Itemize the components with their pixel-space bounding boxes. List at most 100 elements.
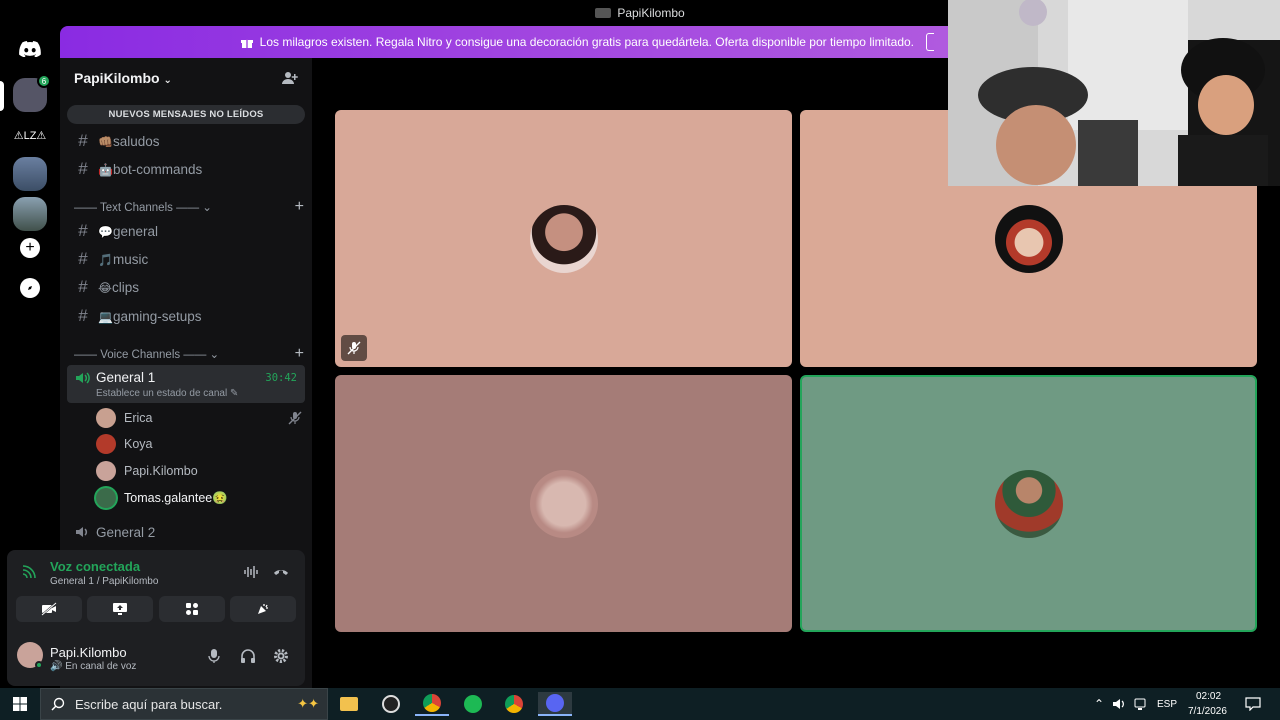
channel-emoji: 💻	[98, 309, 113, 324]
windows-taskbar: Escribe aquí para buscar. ✦✦ ⌃ ESP 02:02…	[0, 688, 1280, 720]
participant-avatar	[994, 469, 1063, 538]
plus-icon: +	[25, 239, 35, 256]
invite-icon[interactable]	[282, 70, 298, 86]
banner-text: Los milagros existen. Regala Nitro y con…	[259, 35, 914, 49]
soundboard-button[interactable]	[230, 596, 296, 622]
channel-clips[interactable]: # 😂clips	[68, 274, 304, 300]
voice-channel-general-2[interactable]: General 2	[68, 519, 304, 545]
obs-icon[interactable]	[374, 692, 408, 716]
channel-emoji: 🎵	[98, 252, 113, 267]
participant-avatar	[994, 204, 1063, 273]
network-icon[interactable]	[1134, 697, 1146, 711]
channel-label: saludos	[112, 133, 160, 149]
webcam-feed	[948, 0, 1280, 186]
voice-member-erica[interactable]: Erica	[96, 406, 302, 430]
server-papikilombo[interactable]: 6	[13, 74, 51, 112]
disconnect-icon[interactable]	[273, 564, 289, 580]
discord-taskbar-icon[interactable]	[538, 692, 572, 716]
file-explorer-icon[interactable]	[332, 692, 366, 716]
chevron-down-icon: ⌄	[163, 75, 172, 86]
member-name: Papi.Kilombo	[124, 464, 198, 478]
participant-tile-papi-kilombo[interactable]	[335, 375, 792, 632]
voice-channel-name: General 2	[96, 524, 156, 540]
voice-user-panel: Voz conectada General 1 / PapiKilombo Pa…	[7, 550, 305, 686]
camera-toggle-button[interactable]	[16, 596, 82, 622]
user-name[interactable]: Papi.Kilombo	[50, 645, 127, 660]
microphone-icon[interactable]	[207, 648, 221, 664]
compass-icon	[28, 286, 32, 290]
headphones-icon[interactable]	[240, 648, 256, 664]
participant-avatar	[529, 204, 598, 273]
member-name: Tomas.galantee🤢	[124, 490, 228, 505]
clock-date[interactable]: 7/1/2026	[1188, 706, 1227, 717]
notification-icon[interactable]	[1245, 697, 1261, 711]
channel-emoji: 👊🏽	[98, 134, 113, 149]
voice-channel-general-1[interactable]: General 1 30:42 Establece un estado de c…	[67, 365, 305, 403]
voice-status-prompt[interactable]: Establece un estado de canal ✎	[96, 388, 238, 399]
windows-start-icon[interactable]	[13, 697, 27, 711]
server-header[interactable]: PapiKilombo ⌄	[60, 58, 312, 98]
voice-connected-subtitle: General 1 / PapiKilombo	[50, 576, 159, 587]
clock-time[interactable]: 02:02	[1196, 691, 1221, 702]
channel-music[interactable]: # 🎵music	[68, 246, 304, 272]
search-icon	[51, 697, 65, 711]
voice-member-tomas[interactable]: Tomas.galantee🤢	[96, 486, 302, 510]
voice-status-text: Establece un estado de canal	[96, 388, 228, 399]
chevron-up-icon[interactable]: ⌃	[1094, 697, 1104, 711]
signal-icon[interactable]	[21, 564, 37, 580]
taskbar-search-box[interactable]: Escribe aquí para buscar. ✦✦	[40, 688, 328, 720]
sparkle-icon: ✦✦	[297, 696, 319, 711]
channel-label: bot-commands	[112, 161, 203, 177]
server-icon-3[interactable]	[13, 157, 47, 191]
channel-emoji: 😂	[98, 280, 113, 295]
add-channel-icon[interactable]: +	[295, 198, 304, 216]
add-channel-icon[interactable]: +	[295, 345, 304, 363]
activities-icon	[186, 603, 198, 615]
participant-tile-erica[interactable]	[335, 110, 792, 367]
hash-icon: #	[78, 249, 88, 268]
nitro-promo-banner: Los milagros existen. Regala Nitro y con…	[60, 26, 948, 58]
category-voice-channels[interactable]: —— Voice Channels —— ⌄ +	[74, 345, 304, 363]
language-indicator[interactable]: ESP	[1157, 699, 1177, 710]
channel-bot-commands[interactable]: # 🤖bot-commands	[68, 156, 304, 182]
activities-button[interactable]	[159, 596, 225, 622]
spotify-icon[interactable]	[456, 692, 490, 716]
noise-suppression-icon[interactable]	[243, 564, 259, 580]
avatar	[96, 488, 116, 508]
voice-member-papi-kilombo[interactable]: Papi.Kilombo	[96, 459, 302, 483]
member-name: Koya	[124, 437, 153, 451]
add-server-button[interactable]: +	[20, 238, 40, 258]
avatar	[96, 461, 116, 481]
voice-connected-label[interactable]: Voz conectada	[50, 559, 140, 574]
channel-gaming-setups[interactable]: # 💻gaming-setups	[68, 303, 304, 329]
hash-icon: #	[78, 277, 88, 296]
participant-tile-tomas[interactable]	[800, 375, 1257, 632]
chrome-icon[interactable]	[415, 692, 449, 716]
avatar	[96, 434, 116, 454]
volume-icon[interactable]	[1112, 697, 1126, 711]
discord-logo-icon	[19, 41, 41, 57]
channel-emoji: 💬	[98, 224, 113, 239]
channel-saludos[interactable]: # 👊🏽saludos	[68, 128, 304, 154]
chrome-icon-2[interactable]	[497, 692, 531, 716]
screen-share-icon	[113, 603, 127, 615]
participant-avatar	[529, 469, 598, 538]
category-text-channels[interactable]: —— Text Channels —— ⌄ +	[74, 198, 304, 216]
discord-home-button[interactable]	[13, 32, 47, 66]
unread-messages-banner[interactable]: NUEVOS MENSAJES NO LEÍDOS	[67, 105, 305, 124]
server-icon-4[interactable]	[13, 197, 47, 231]
screen-share-button[interactable]	[87, 596, 153, 622]
channel-label: gaming-setups	[112, 308, 202, 324]
banner-cta-button[interactable]	[926, 33, 934, 51]
member-name: Erica	[124, 411, 153, 425]
server-lz[interactable]: ⚠LZ⚠	[13, 118, 47, 152]
voice-member-koya[interactable]: Koya	[96, 432, 302, 456]
online-status-dot	[35, 661, 43, 669]
user-status-text: En canal de voz	[65, 661, 137, 672]
gear-icon[interactable]	[273, 648, 289, 664]
channel-label: music	[112, 251, 149, 267]
user-status: 🔊 En canal de voz	[50, 661, 137, 672]
discover-button[interactable]	[20, 278, 40, 298]
channel-general[interactable]: # 💬general	[68, 218, 304, 244]
speaker-icon	[76, 372, 90, 384]
